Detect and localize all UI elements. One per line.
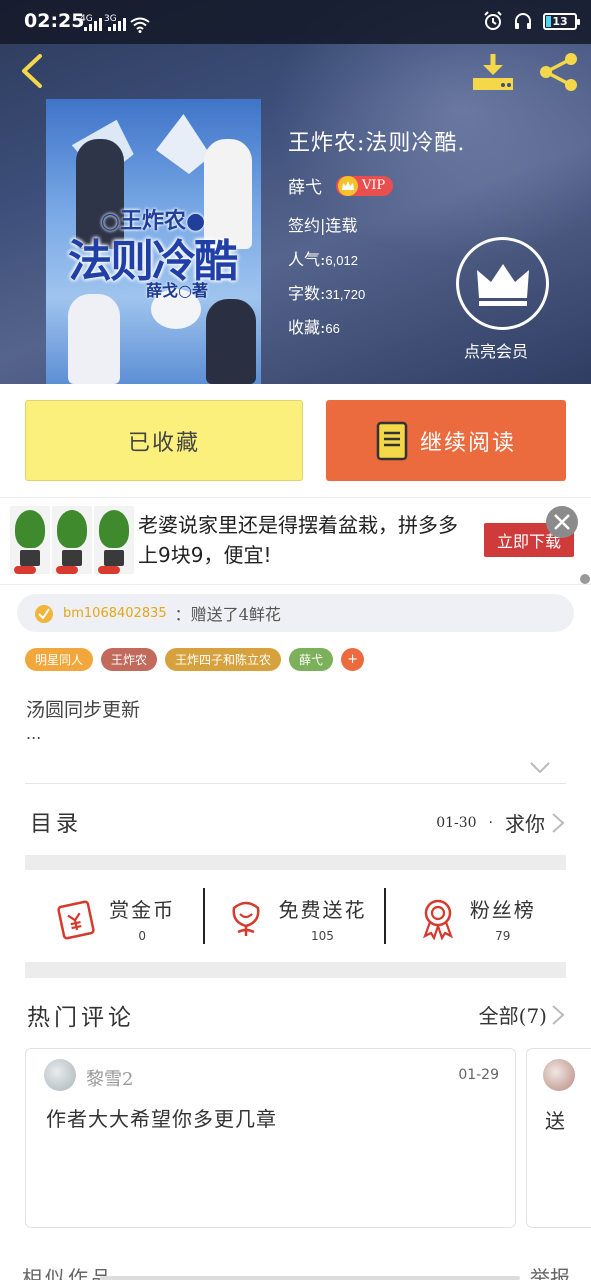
- collected-label: 已收藏: [127, 430, 200, 456]
- alarm-icon: [484, 11, 502, 30]
- status-bar: 02:25 4G 3G 13: [0, 0, 591, 44]
- wifi-icon: [130, 17, 150, 33]
- chevron-down-icon[interactable]: [529, 760, 551, 776]
- ad-close-button[interactable]: [546, 506, 578, 538]
- crown-coin-icon: [338, 175, 358, 196]
- download-icon[interactable]: [470, 52, 516, 92]
- signal-bars-2-icon: [108, 18, 126, 31]
- continue-reading-label: 继续阅读: [419, 430, 516, 456]
- words-value: 31,720: [325, 287, 366, 302]
- add-tag-button[interactable]: +: [341, 648, 365, 671]
- chevron-right-icon: [552, 1004, 565, 1025]
- cover-kite: [156, 114, 211, 174]
- cover-figure: [68, 294, 120, 384]
- favorites-label: 收藏:: [288, 318, 326, 337]
- vip-badge: VIP: [336, 175, 394, 196]
- ad-banner[interactable]: 老婆说家里还是得摆着盆栽，拼多多上9块9，便宜! 立即下载: [0, 497, 591, 585]
- stat-value: 0: [138, 928, 146, 943]
- battery-indicator: 13: [543, 12, 580, 30]
- section-divider: [25, 855, 566, 870]
- toc-dot: ·: [488, 814, 493, 831]
- stat-label: 赏金币: [109, 897, 176, 922]
- book-info: 王炸农:法则冷酷. 薛弋 VIP 签约|连载 人气:6,012 字数:31,72…: [288, 125, 465, 338]
- favorites-value: 66: [325, 321, 340, 336]
- status-time: 02:25: [24, 10, 85, 32]
- popularity-value: 6,012: [325, 253, 358, 268]
- ad-mark-icon: [580, 574, 590, 584]
- tag-list: 明星同人 王炸农 王炸四子和陈立农 薛弋 +: [25, 648, 365, 671]
- comment-card[interactable]: 送: [526, 1048, 591, 1228]
- comment-date: 01-29: [458, 1067, 499, 1083]
- ad-text: 老婆说家里还是得摆着盆栽，拼多多上9块9，便宜!: [138, 513, 458, 567]
- stats-row: 赏金币 0 免费送花 105 粉丝榜 79: [25, 880, 566, 956]
- crown-icon: [476, 263, 529, 306]
- ad-image: [10, 506, 134, 574]
- horizontal-scrollbar: [100, 1276, 520, 1280]
- description-ellipsis: ...: [26, 724, 42, 743]
- stat-value: 105: [311, 928, 334, 943]
- signal-bars-icon: [84, 18, 102, 31]
- send-flower-button[interactable]: 免费送花 105: [205, 880, 386, 956]
- book-title: 王炸农:法则冷酷.: [288, 131, 466, 156]
- tag-item[interactable]: 明星同人: [25, 648, 94, 671]
- tag-item[interactable]: 王炸四子和陈立农: [165, 648, 282, 671]
- continue-reading-button[interactable]: 继续阅读: [326, 400, 566, 481]
- all-comments-label: 全部(7): [478, 1004, 547, 1028]
- toc-date: 01-30: [436, 814, 477, 831]
- comment-card[interactable]: 黎雪2 01-29 作者大大希望你多更几章: [25, 1048, 516, 1228]
- words-row: 字数:31,720: [288, 280, 465, 304]
- back-icon[interactable]: [16, 52, 50, 90]
- hot-comments-label: 热门评论: [27, 1005, 135, 1031]
- toc-latest-title: 求你: [505, 812, 545, 836]
- tag-item[interactable]: 王炸农: [101, 648, 158, 671]
- stat-value: 79: [495, 928, 511, 943]
- comment-body: 作者大大希望你多更几章: [46, 1107, 277, 1131]
- battery-fill: [546, 15, 551, 27]
- book-header: 02:25 4G 3G 13 ○王炸农● 法则冷酷 薛戈○著 王炸农:法则冷酷.…: [0, 0, 591, 384]
- fan-ranking-button[interactable]: 粉丝榜 79: [386, 880, 566, 956]
- tag-item[interactable]: 薛弋: [289, 648, 334, 671]
- close-icon: [554, 514, 570, 530]
- stat-label: 免费送花: [278, 897, 367, 922]
- red-packet-icon: [57, 900, 95, 940]
- popularity-row: 人气:6,012: [288, 246, 465, 270]
- cover-figure: [206, 299, 256, 384]
- headset-icon: [515, 13, 531, 29]
- flower-icon: [232, 901, 260, 936]
- gift-text: ：赠送了4鲜花: [174, 605, 281, 624]
- share-icon[interactable]: [538, 52, 580, 92]
- reward-coin-button[interactable]: 赏金币 0: [25, 880, 206, 956]
- chevron-right-icon: [552, 812, 565, 833]
- applause-icon: [35, 605, 53, 623]
- collected-button[interactable]: 已收藏: [25, 400, 303, 481]
- all-comments-link[interactable]: 全部(7): [479, 1000, 565, 1029]
- toc-label[interactable]: 目录: [30, 806, 82, 838]
- report-link[interactable]: 举报: [530, 1262, 570, 1280]
- avatar[interactable]: [44, 1059, 76, 1091]
- comment-body: 送: [545, 1109, 565, 1133]
- book-icon: [376, 421, 408, 460]
- vip-label: VIP: [362, 178, 386, 193]
- gift-notice: bm1068402835 ：赠送了4鲜花: [17, 594, 574, 632]
- avatar[interactable]: [543, 1059, 575, 1091]
- popularity-label: 人气:: [288, 250, 326, 269]
- words-label: 字数:: [288, 284, 326, 303]
- divider: [25, 783, 566, 784]
- vip-caption[interactable]: 点亮会员: [464, 338, 528, 362]
- vip-crown-button[interactable]: [456, 237, 549, 330]
- sign-status: 签约|连载: [288, 216, 358, 235]
- gift-user[interactable]: bm1068402835: [63, 606, 167, 621]
- book-cover[interactable]: ○王炸农● 法则冷酷 薛戈○著: [46, 99, 261, 384]
- comment-user[interactable]: 黎雪2: [86, 1065, 133, 1091]
- toc-latest-chapter[interactable]: 01-30 · 求你: [436, 808, 565, 837]
- book-description: 汤圆同步更新: [26, 699, 141, 721]
- cover-author: 薛戈○著: [146, 281, 208, 300]
- stat-label: 粉丝榜: [469, 897, 536, 922]
- medal-icon: [422, 899, 453, 940]
- favorites-row: 收藏:66: [288, 314, 465, 338]
- section-divider: [25, 962, 566, 978]
- battery-level: 13: [552, 14, 568, 28]
- author-name[interactable]: 薛弋: [288, 173, 322, 198]
